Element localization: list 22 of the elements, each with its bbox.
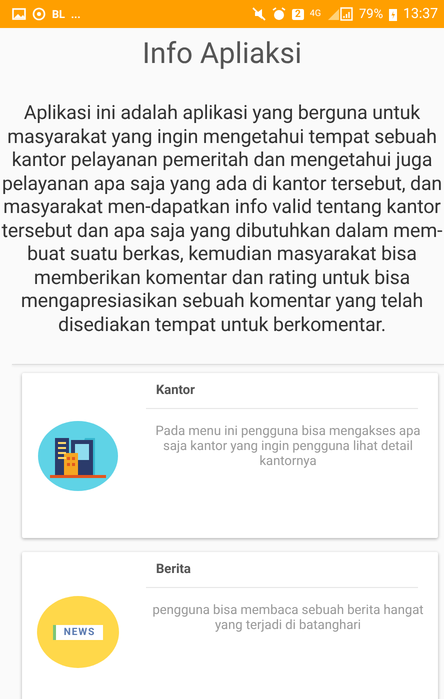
alarm-icon (272, 7, 286, 21)
signal-icon (326, 7, 353, 21)
page-title: Info Apliaksi (141, 37, 303, 71)
battery-percent: 79% (358, 6, 384, 22)
status-text: BL (52, 8, 65, 20)
image-icon (12, 8, 26, 20)
menu-card[interactable]: Kantor Pada menu ini pengguna bisa mengakses apa saja kantor yang ingin pengguna lihat detail kantornya (22, 373, 438, 538)
clock-time: 13:37 (403, 6, 438, 22)
mute-icon (252, 7, 266, 21)
battery-icon (389, 8, 398, 20)
card-title: Kantor (156, 383, 196, 400)
card-title: Berita (156, 562, 192, 579)
card-description: pengguna bisa membaca sebuah berita hangat yang terjadi di batanghari (151, 603, 425, 633)
newspaper-icon: NEWS (37, 596, 119, 668)
menu-card[interactable]: NEWS Berita pengguna bisa membaca sebuah berita hangat yang terjadi di batanghari (22, 552, 438, 699)
office-buildings-icon (37, 420, 119, 492)
network-label: 4G (310, 9, 321, 19)
card-description: Pada menu ini pengguna bisa mengakses apa saja kantor yang ingin pengguna lihat detail kantornya (154, 424, 422, 469)
status-text: ... (70, 8, 81, 20)
notification-badge: 2 (292, 8, 304, 20)
app-description: Aplikasi ini adalah aplikasi yang berguna untuk masyarakat yang ingin mengetahui tempat sebuah kantor pelayanan pemeritah dan mengetahui juga pelayanan apa saja yang ada di kantor tersebut, dan masyarakat men-dapatkan info valid tentang kantor tersebut dan apa saja yang dibutuhkan dalam mem-buat suatu berkas, kemudian masyarakat bisa memberikan komentar dan rating untuk bisa mengapresiasikan sebuah komentar yang telah disediakan tempat untuk berkomentar. (0, 101, 444, 336)
sync-icon (32, 7, 46, 21)
